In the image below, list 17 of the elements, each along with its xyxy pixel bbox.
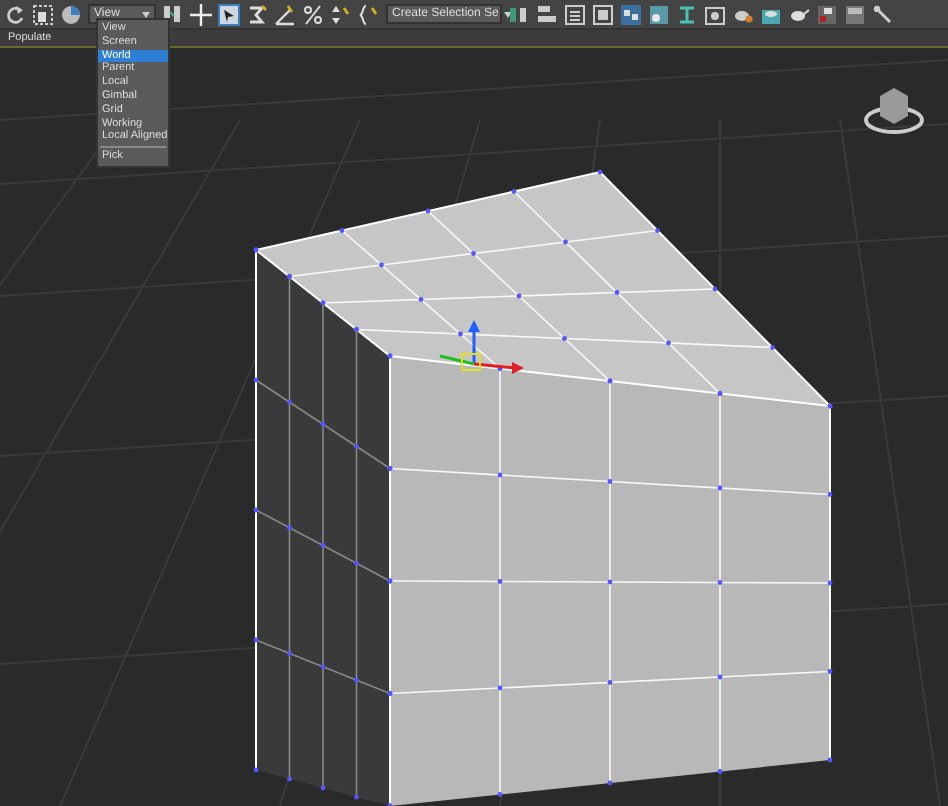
wrench-icon[interactable] <box>872 3 894 25</box>
list-icon[interactable] <box>564 3 586 25</box>
mirror-icon[interactable] <box>508 3 530 25</box>
spinner-snap-icon[interactable] <box>330 3 352 25</box>
move-gizmo-drawing[interactable] <box>439 320 524 374</box>
image-viewer-icon[interactable] <box>816 3 838 25</box>
snap-icon[interactable] <box>246 3 268 25</box>
render-setup-icon[interactable] <box>704 3 726 25</box>
align-icon[interactable] <box>536 3 558 25</box>
redo-icon[interactable] <box>4 3 26 25</box>
angle-snap-icon[interactable] <box>274 3 296 25</box>
view-cube-icon[interactable] <box>864 88 924 134</box>
percent-snap-icon[interactable] <box>302 3 324 25</box>
layers-icon[interactable] <box>592 3 614 25</box>
select-manipulate-icon[interactable] <box>218 3 240 25</box>
move-icon[interactable] <box>190 3 212 25</box>
region-select-icon[interactable] <box>32 3 54 25</box>
